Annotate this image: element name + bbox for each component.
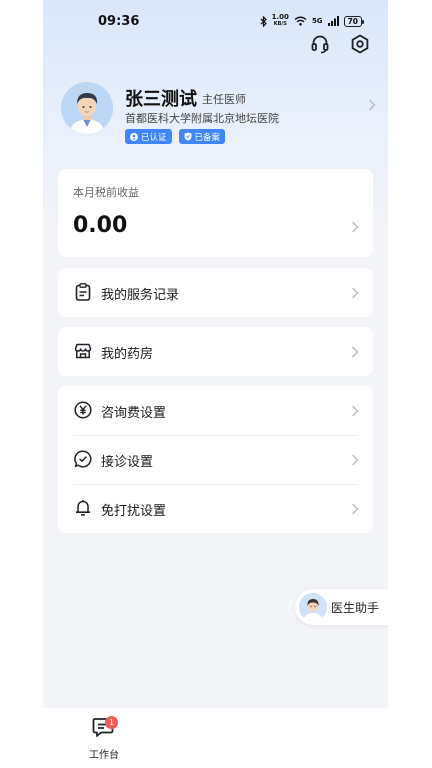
app-screen: 09:36 1.00 KB/S 5G 70 张三测试 主任医师 首都医科大学附属…: [43, 0, 388, 768]
doctor-avatar-illustration: [61, 82, 113, 134]
status-time: 09:36: [98, 14, 140, 29]
network-type: 5G: [311, 17, 323, 25]
status-bar: 09:36 1.00 KB/S 5G 70: [43, 0, 388, 44]
pharmacy-card: 我的药房: [58, 327, 373, 376]
menu-item-consultation[interactable]: 接诊设置: [58, 435, 373, 484]
menu-item-label: 咨询费设置: [101, 406, 167, 421]
network-speed: 1.00 KB/S: [272, 14, 289, 28]
bluetooth-icon: [260, 15, 267, 27]
doctor-assistant-button[interactable]: 医生助手: [295, 589, 388, 625]
wifi-icon: [294, 16, 307, 26]
settings-card: 咨询费设置 接诊设置 免打扰设置: [58, 386, 373, 533]
menu-item-consult-fee[interactable]: 咨询费设置: [58, 386, 373, 435]
yen-icon: [73, 400, 93, 420]
customer-service-button[interactable]: [308, 32, 332, 56]
signal-icon: [327, 16, 339, 26]
income-card[interactable]: 本月税前收益 0.00: [58, 169, 373, 257]
registered-badge-label: 已备案: [194, 132, 221, 143]
doctor-name: 张三测试: [125, 89, 197, 110]
settings-button[interactable]: [348, 32, 372, 56]
doctor-avatar[interactable]: [61, 82, 113, 134]
income-value: 0.00: [73, 213, 128, 238]
store-icon: [73, 341, 93, 361]
bottom-tab-bar: 1 工作台: [43, 708, 388, 768]
settings-hexagon-icon: [351, 34, 369, 54]
income-label: 本月税前收益: [73, 186, 139, 199]
chat-check-icon: [73, 449, 93, 469]
chevron-right-icon: [351, 454, 359, 466]
menu-item-label: 我的服务记录: [101, 288, 180, 303]
headset-icon: [311, 35, 329, 54]
assistant-avatar: [299, 593, 327, 621]
doctor-title: 主任医师: [202, 93, 246, 106]
tab-workbench-label: 工作台: [89, 750, 119, 761]
chevron-right-icon: [351, 346, 359, 358]
menu-item-label: 接诊设置: [101, 455, 154, 470]
doctor-hospital: 首都医科大学附属北京地坛医院: [125, 112, 279, 125]
clipboard-icon: [73, 282, 93, 302]
notification-badge: 1: [105, 716, 118, 729]
battery-indicator: 70: [343, 15, 365, 27]
chevron-right-icon: [351, 405, 359, 417]
tab-workbench[interactable]: 1 工作台: [78, 714, 130, 764]
menu-item-pharmacy[interactable]: 我的药房: [58, 327, 373, 376]
chevron-right-icon: [351, 503, 359, 515]
bell-icon: [73, 498, 93, 518]
assistant-label: 医生助手: [331, 601, 380, 615]
service-records-card: 我的服务记录: [58, 268, 373, 317]
menu-item-label: 我的药房: [101, 347, 154, 362]
assistant-avatar-illustration: [299, 593, 327, 621]
chevron-right-icon: [351, 221, 359, 233]
network-speed-unit: KB/S: [273, 21, 287, 27]
menu-item-service-records[interactable]: 我的服务记录: [58, 268, 373, 317]
registered-badge: 已备案: [178, 129, 226, 144]
menu-item-do-not-disturb[interactable]: 免打扰设置: [58, 484, 373, 533]
person-verified-icon: [130, 132, 138, 141]
verification-badges: 已认证 已备案: [125, 129, 226, 144]
status-icons: 1.00 KB/S 5G 70: [260, 14, 365, 28]
network-speed-value: 1.00: [271, 13, 289, 21]
profile-chevron-right-icon[interactable]: [368, 99, 376, 111]
verified-badge-label: 已认证: [141, 132, 167, 143]
chevron-right-icon: [351, 287, 359, 299]
menu-item-label: 免打扰设置: [101, 504, 167, 519]
verified-badge: 已认证: [125, 129, 172, 144]
shield-icon: [184, 132, 192, 141]
